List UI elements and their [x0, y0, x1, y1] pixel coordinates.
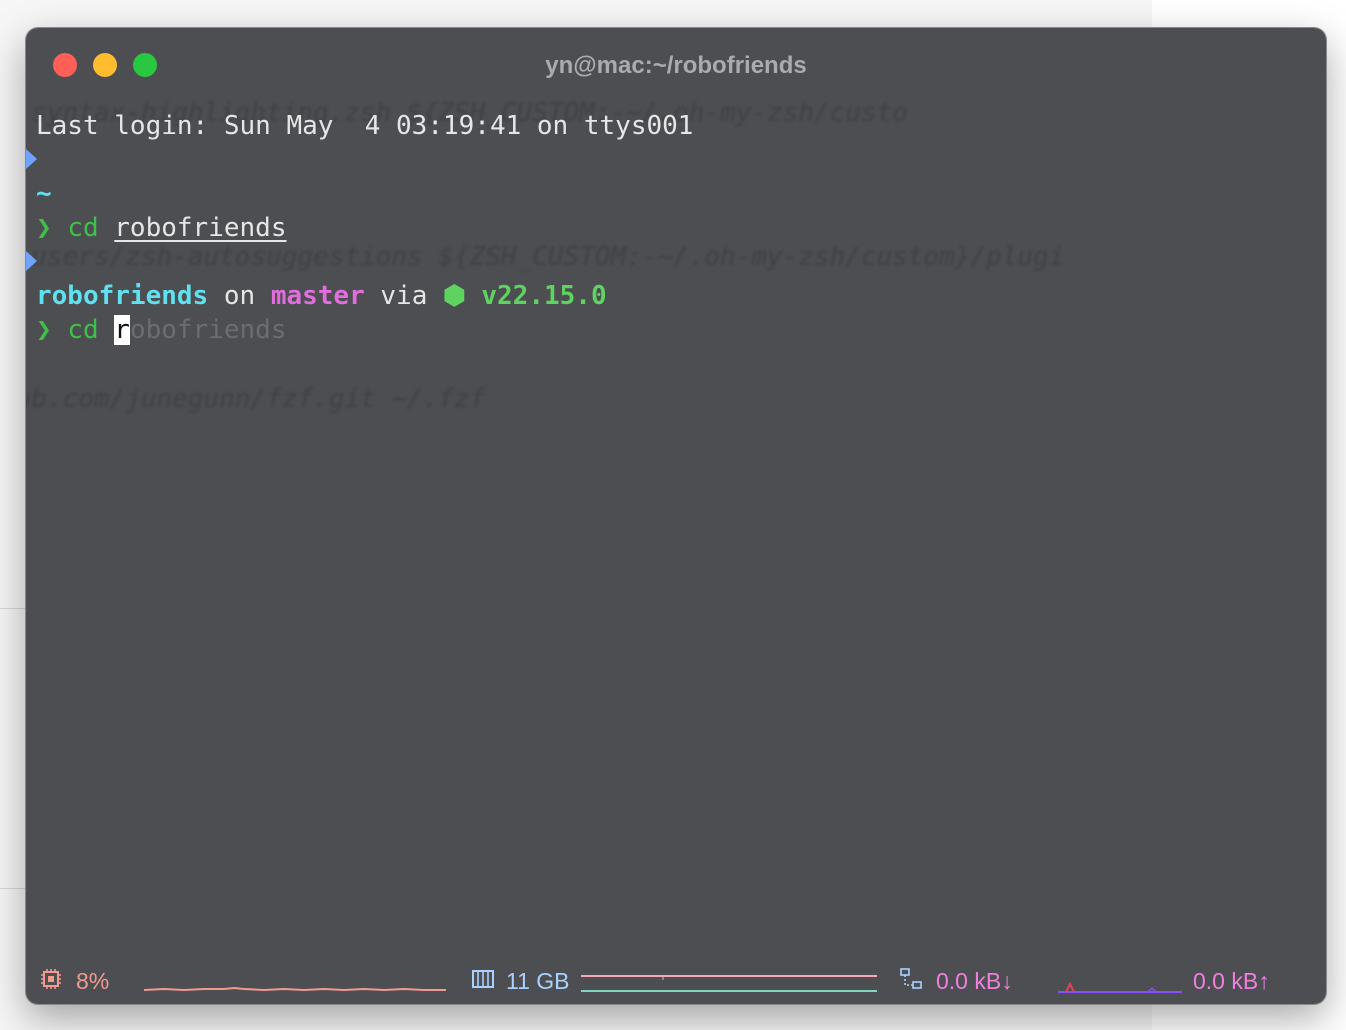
nodejs-icon: ⬢ [443, 281, 466, 311]
node-version: v22.15.0 [481, 281, 607, 311]
command-line-1: ❯ cd robofriends [36, 211, 286, 245]
git-branch: master [270, 281, 365, 311]
cpu-graph [144, 986, 446, 992]
command-name: cd [67, 213, 99, 243]
cpu-icon [41, 969, 61, 989]
command-argument: robofriends [114, 213, 287, 243]
network-upload: 0.0 kB↑ [1193, 968, 1270, 994]
terminal-window[interactable]: yn@mac:~/robofriends h-syntax-highlighti… [26, 28, 1326, 1004]
terminal-output[interactable]: Last login: Sun May 4 03:19:41 on ttys00… [26, 28, 1326, 944]
prompt-marker-icon [26, 149, 37, 169]
autosuggestion: obofriends [129, 315, 287, 345]
prompt-char: ❯ [36, 315, 52, 345]
status-bar: 8% 11 GB 0.0 kB↓ 0.0 kB↑ [26, 958, 1326, 1004]
prompt-status-line: robofriends on master via ⬢ v22.15.0 [36, 279, 607, 313]
text-cursor[interactable]: r [114, 315, 130, 345]
on-text: on [223, 281, 256, 311]
network-icon [900, 968, 922, 989]
prompt-directory: robofriends [36, 281, 209, 311]
command-name: cd [67, 315, 99, 345]
prompt-char: ❯ [36, 213, 52, 243]
prompt-directory: ~ [36, 179, 52, 209]
prompt-marker-icon [26, 251, 37, 271]
memory-icon [472, 970, 494, 988]
memory-graph [581, 975, 877, 992]
last-login-line: Last login: Sun May 4 03:19:41 on ttys00… [36, 111, 694, 141]
network-graph [1058, 981, 1182, 993]
network-download: 0.0 kB↓ [936, 968, 1013, 994]
via-text: via [380, 281, 428, 311]
command-line-2[interactable]: ❯ cd robofriends [36, 313, 286, 347]
memory-usage: 11 GB [506, 968, 570, 994]
cpu-usage: 8% [76, 968, 110, 994]
